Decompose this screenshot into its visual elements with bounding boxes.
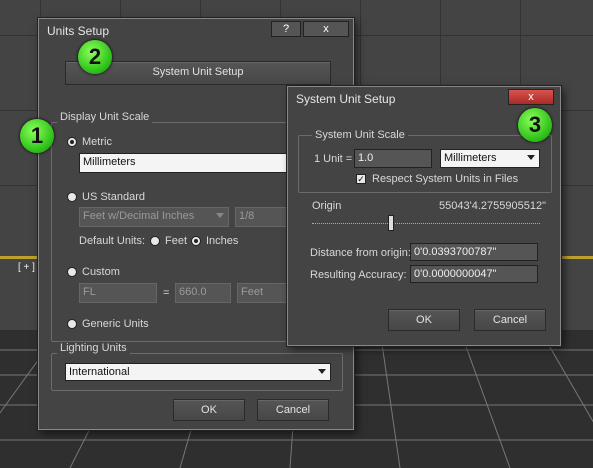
- chevron-down-icon: [216, 213, 224, 218]
- dialog-titlebar[interactable]: Units Setup ? x: [39, 19, 353, 41]
- input-value: 0'0.0393700787": [414, 246, 497, 258]
- annotation-badge: 1: [20, 119, 54, 153]
- chevron-down-icon: [527, 155, 535, 160]
- dialog-title: System Unit Setup: [296, 92, 396, 106]
- button-label: Cancel: [275, 404, 311, 416]
- input-value: 1.0: [358, 152, 374, 164]
- dialog-title: Units Setup: [47, 24, 110, 38]
- annotation-badge: 2: [78, 40, 112, 74]
- custom-name-input[interactable]: FL: [79, 283, 157, 303]
- lighting-units-select[interactable]: International: [65, 363, 331, 381]
- custom-value-input[interactable]: 660.0: [175, 283, 231, 303]
- select-value: 1/8: [239, 210, 255, 222]
- chevron-down-icon: [318, 369, 326, 374]
- unit-type-select[interactable]: Millimeters: [440, 149, 540, 168]
- default-units-label: Default Units:: [79, 235, 146, 247]
- inches-radio[interactable]: [191, 236, 201, 246]
- button-label: OK: [201, 404, 217, 416]
- select-value: Millimeters: [444, 152, 497, 164]
- unit-value-input[interactable]: 1.0: [354, 149, 432, 168]
- select-value: International: [69, 366, 130, 378]
- one-unit-label: 1 Unit =: [314, 153, 353, 165]
- us-standard-radio[interactable]: [67, 192, 77, 202]
- custom-label: Custom: [82, 266, 120, 278]
- ok-button[interactable]: OK: [388, 309, 460, 331]
- origin-slider-track[interactable]: [312, 223, 540, 224]
- origin-slider-thumb[interactable]: [388, 215, 394, 231]
- metric-radio[interactable]: [67, 137, 77, 147]
- button-label: OK: [416, 314, 432, 326]
- select-value: Feet: [241, 286, 264, 298]
- metric-label: Metric: [82, 136, 112, 148]
- select-value: Millimeters: [83, 156, 136, 168]
- annotation-badge: 3: [518, 108, 552, 142]
- button-label: System Unit Setup: [152, 66, 244, 78]
- inches-label: Inches: [206, 235, 239, 247]
- origin-value: 55043'4.2755905512": [439, 200, 546, 212]
- fraction-select[interactable]: 1/8: [235, 207, 287, 227]
- help-button[interactable]: ?: [271, 21, 301, 37]
- group-label: Display Unit Scale: [57, 111, 153, 123]
- cancel-button[interactable]: Cancel: [474, 309, 546, 331]
- feet-radio[interactable]: [150, 236, 160, 246]
- group-label: Lighting Units: [57, 342, 130, 354]
- distance-label: Distance from origin:: [310, 247, 411, 259]
- input-value: 660.0: [179, 286, 207, 298]
- equals-sign: =: [163, 287, 170, 299]
- origin-label: Origin: [312, 200, 342, 212]
- distance-input[interactable]: 0'0.0393700787": [410, 243, 538, 261]
- us-standard-label: US Standard: [82, 191, 145, 203]
- accuracy-input[interactable]: 0'0.0000000047": [410, 265, 538, 283]
- input-value: 0'0.0000000047": [414, 268, 497, 280]
- respect-units-label: Respect System Units in Files: [372, 173, 519, 185]
- ok-button[interactable]: OK: [173, 399, 245, 421]
- select-value: Feet w/Decimal Inches: [83, 210, 195, 222]
- group-label: System Unit Scale: [312, 129, 408, 141]
- generic-units-radio[interactable]: [67, 319, 77, 329]
- close-button[interactable]: x: [508, 89, 554, 105]
- input-value: FL: [83, 286, 96, 298]
- button-label: Cancel: [492, 314, 528, 326]
- respect-units-checkbox[interactable]: ✓: [356, 174, 366, 184]
- viewport-label[interactable]: [ + ]: [18, 262, 35, 273]
- cancel-button[interactable]: Cancel: [257, 399, 329, 421]
- custom-unit-select[interactable]: Feet: [237, 283, 289, 303]
- accuracy-label: Resulting Accuracy:: [310, 269, 407, 281]
- dialog-titlebar[interactable]: System Unit Setup x: [288, 87, 560, 109]
- generic-units-label: Generic Units: [82, 318, 149, 330]
- close-button[interactable]: x: [303, 21, 349, 37]
- feet-label: Feet: [165, 235, 188, 247]
- us-standard-select[interactable]: Feet w/Decimal Inches: [79, 207, 229, 227]
- custom-radio[interactable]: [67, 267, 77, 277]
